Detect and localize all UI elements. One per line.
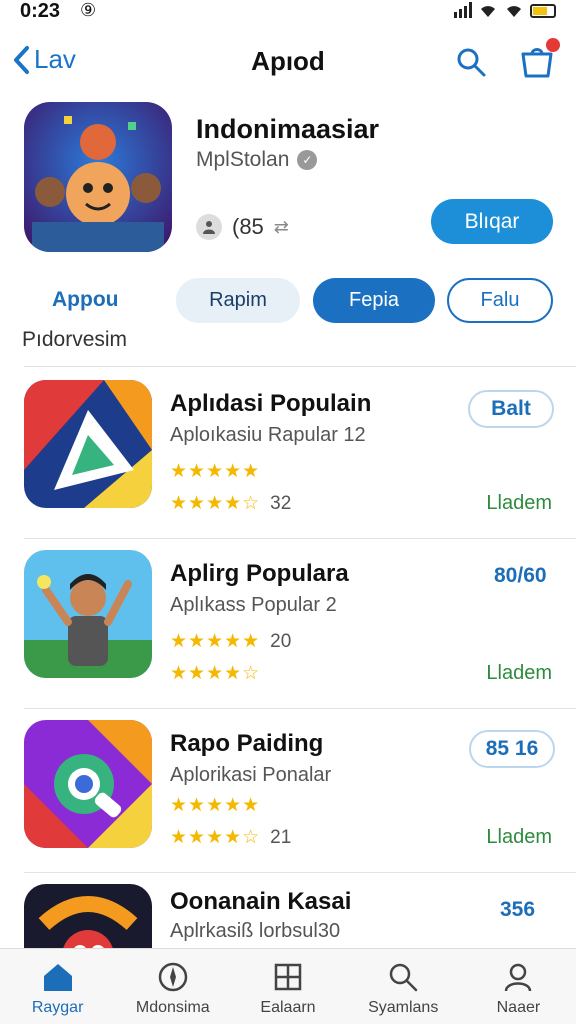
tab-today[interactable]: Raygar — [0, 949, 115, 1024]
status-bar: 0:23 ⑨ — [0, 0, 576, 24]
app-icon — [24, 550, 152, 678]
rating-stars: ★★★★☆ — [170, 663, 261, 684]
app-icon — [24, 102, 172, 252]
status-indicators — [454, 2, 556, 18]
app-icon — [24, 380, 152, 508]
rating-stars: ★★★★☆ 32 — [170, 492, 292, 515]
app-subtitle: Aplıkass Popular 2 — [170, 594, 337, 616]
list-item[interactable]: Aplirg Populara Aplıkass Popular 2 ★★★★★… — [0, 536, 576, 696]
battery-icon — [530, 4, 556, 18]
tab-label: Naaer — [496, 999, 541, 1016]
grid-icon — [274, 963, 302, 991]
app-name: Indonimaasiar — [196, 114, 380, 144]
chip-2[interactable]: Fepia — [313, 278, 435, 323]
rating-count: 21 — [270, 826, 292, 848]
page-title: Apıod — [251, 46, 325, 76]
rating-count: 32 — [270, 492, 292, 514]
notification-badge — [546, 38, 560, 52]
app-icon — [24, 720, 152, 848]
price-label[interactable]: 356 — [500, 898, 535, 922]
app-title: Aplirg Populara — [170, 560, 349, 587]
tab-games[interactable]: Mdonsima — [115, 949, 230, 1024]
status-text: Lladem — [486, 492, 552, 514]
app-subtitle: Aplorikasi Ponalar — [170, 764, 332, 786]
section-title: Pıdorvesim — [22, 328, 128, 351]
tab-account[interactable]: Naaer — [461, 949, 576, 1024]
app-subtitle: Aploıkasiu Rapular 12 — [170, 424, 366, 446]
rating-stars: ★★★★★ 20 — [170, 630, 292, 653]
tab-search[interactable]: Syamlans — [346, 949, 461, 1024]
developer-name[interactable]: MplStolan ✓ — [196, 148, 318, 172]
rating-stars: ★★★★★ — [170, 461, 261, 482]
tab-bar: Raygar Mdonsima Ealaarn Syamlans Naaer — [0, 948, 576, 1024]
price-label[interactable]: 80/60 — [494, 564, 547, 588]
app-title: Aplıdasi Populain — [170, 390, 372, 417]
cart-button[interactable] — [520, 38, 560, 83]
get-button[interactable]: Blıqar — [431, 199, 553, 244]
signal-icon — [454, 2, 472, 18]
app-header: Indonimaasiar MplStolan ✓ (85 ⇄ Blıqar — [0, 100, 576, 260]
verified-icon: ✓ — [297, 150, 318, 170]
app-icon — [24, 884, 152, 948]
list-item[interactable]: Oonanain Kasai Aplrkasiß lorbsul30 356 — [0, 870, 576, 948]
navigation-bar: Lav Apıod — [0, 36, 576, 92]
status-time: 0:23 — [20, 0, 61, 22]
search-icon[interactable] — [455, 46, 487, 78]
tab-apps[interactable]: Ealaarn — [230, 949, 345, 1024]
filter-chips: Appou Rapim Fepia Falu — [0, 276, 576, 324]
open-button[interactable]: Balt — [468, 390, 554, 428]
home-icon — [43, 964, 72, 991]
rating-count: 20 — [270, 630, 292, 652]
chips-label[interactable]: Appou — [52, 288, 118, 312]
app-title: Oonanain Kasai — [170, 888, 352, 915]
meta-value: (85 — [232, 214, 264, 239]
wifi-icon-2 — [507, 6, 521, 18]
price-button[interactable]: 85 16 — [469, 730, 555, 768]
tab-label: Ealaarn — [260, 999, 316, 1016]
age-rating-icon — [196, 214, 222, 240]
developer-label: MplStolan — [196, 148, 290, 171]
share-icon[interactable]: ⇄ — [274, 217, 289, 238]
tab-label: Mdonsima — [135, 999, 210, 1016]
chip-3[interactable]: Falu — [447, 278, 553, 323]
wifi-icon — [481, 6, 495, 18]
chip-1[interactable]: Rapim — [176, 278, 300, 323]
tab-label: Syamlans — [368, 999, 439, 1016]
app-subtitle: Aplrkasiß lorbsul30 — [170, 920, 341, 942]
app-title: Rapo Paiding — [170, 730, 324, 757]
list-item[interactable]: Rapo Paiding Aplorikasi Ponalar ★★★★★ ★★… — [0, 706, 576, 866]
tab-label: Raygar — [31, 999, 84, 1016]
status-notification-icon: ⑨ — [80, 0, 97, 20]
search-icon — [389, 963, 418, 992]
status-text: Lladem — [486, 826, 552, 848]
rating-stars: ★★★★☆ 21 — [170, 826, 292, 849]
list-item[interactable]: Aplıdasi Populain Aploıkasiu Rapular 12 … — [0, 366, 576, 526]
rating-stars: ★★★★★ — [170, 795, 261, 816]
status-text: Lladem — [486, 662, 552, 684]
app-meta: (85 ⇄ — [196, 214, 289, 240]
compass-icon — [158, 962, 188, 992]
person-icon — [505, 963, 532, 992]
